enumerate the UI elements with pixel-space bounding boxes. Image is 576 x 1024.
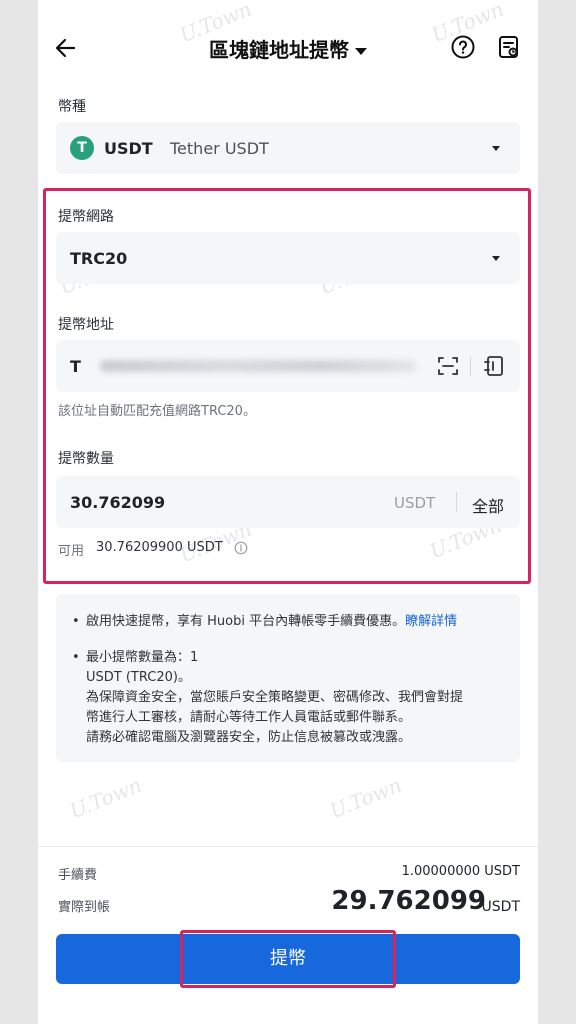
max-all-button[interactable]: 全部 xyxy=(472,493,504,517)
help-icon[interactable] xyxy=(450,34,476,60)
fee-value: 1.00000000 USDT xyxy=(401,864,520,879)
network-label: 提幣網路 xyxy=(58,209,114,225)
notice-line: 請務必確認電腦及瀏覽器安全，防止信息被篡改或洩露。 xyxy=(86,730,412,745)
withdraw-page: U.Town U.Town U.Town U.Town U.Town U.Tow… xyxy=(38,0,538,1024)
bullet: • xyxy=(72,650,80,665)
notice-line: USDT (TRC20)。 xyxy=(86,670,191,685)
available-value: 30.76209900 USDT xyxy=(96,540,223,555)
bullet: • xyxy=(72,614,80,629)
withdraw-record-icon[interactable] xyxy=(496,34,522,60)
page-title: 區塊鏈地址提幣 xyxy=(209,38,349,62)
address-blurred-value xyxy=(100,360,416,372)
watermark: U.Town xyxy=(326,772,405,824)
learn-more-link[interactable]: 瞭解詳情 xyxy=(405,614,457,629)
address-label: 提幣地址 xyxy=(58,317,114,333)
net-amount-label: 實際到帳 xyxy=(58,900,111,915)
notice-line: 最小提幣數量為：1 xyxy=(86,650,199,665)
amount-label: 提幣數量 xyxy=(58,451,114,467)
notice-line: 為保障資金安全，當您賬戶安全策略變更、密碼修改、我們會對提 xyxy=(86,690,464,705)
notice-item-fast-withdraw: 啟用快速提幣，享有 Huobi 平台內轉帳零手續費優惠。瞭解詳情 xyxy=(86,612,506,632)
caret-down-icon xyxy=(492,256,500,261)
notice-text: 啟用快速提幣，享有 Huobi 平台內轉帳零手續費優惠。 xyxy=(86,614,406,629)
caret-down-icon xyxy=(355,48,367,55)
amount-value: 30.762099 xyxy=(70,493,166,512)
network-select[interactable]: TRC20 xyxy=(56,232,520,284)
address-prefix: T xyxy=(70,357,81,376)
withdraw-submit-button[interactable]: 提幣 xyxy=(56,934,520,984)
currency-label: 幣種 xyxy=(58,99,86,115)
notice-line: 幣進行人工審核，請耐心等待工作人員電話或郵件聯系。 xyxy=(86,710,412,725)
fee-label: 手續費 xyxy=(58,868,98,883)
watermark: U.Town xyxy=(66,772,145,824)
amount-input[interactable]: 30.762099 USDT 全部 xyxy=(56,476,520,528)
divider xyxy=(456,492,457,512)
net-amount-unit: USDT xyxy=(481,899,520,915)
address-input[interactable]: T xyxy=(56,340,520,392)
caret-down-icon xyxy=(492,146,500,151)
info-icon[interactable] xyxy=(234,540,248,555)
currency-select[interactable]: T USDT Tether USDT xyxy=(56,122,520,174)
address-book-icon[interactable] xyxy=(482,354,506,378)
amount-unit: USDT xyxy=(394,494,436,512)
divider xyxy=(470,356,471,376)
notice-item-rules: 最小提幣數量為：1 USDT (TRC20)。 為保障資金安全，當您賬戶安全策略… xyxy=(86,648,516,748)
network-value: TRC20 xyxy=(70,249,128,268)
net-amount-value: 29.762099 xyxy=(331,886,486,916)
divider xyxy=(38,846,538,847)
address-hint: 該位址自動匹配充值網路TRC20。 xyxy=(58,404,256,419)
currency-symbol: USDT xyxy=(104,139,153,158)
currency-name: Tether USDT xyxy=(170,139,269,158)
notice-panel: • 啟用快速提幣，享有 Huobi 平台內轉帳零手續費優惠。瞭解詳情 • 最小提… xyxy=(56,594,520,762)
available-label: 可用 xyxy=(58,544,85,559)
scan-icon[interactable] xyxy=(436,354,460,378)
app-header: 區塊鏈地址提幣 xyxy=(38,0,538,96)
usdt-coin-icon: T xyxy=(70,136,94,160)
